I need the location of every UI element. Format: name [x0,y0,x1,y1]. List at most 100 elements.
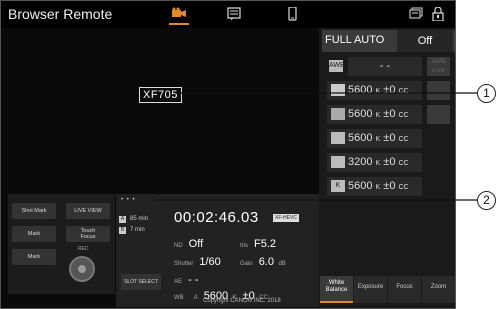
browser-remote-screen: Browser Remote XF705 FULL AUTO Off AWB -… [0,0,456,309]
wb-set-a-register-button[interactable] [427,81,450,100]
mark-2-label: Mark [27,254,41,260]
wb-preset-value: 5600 K ±0 CC [348,84,409,96]
shutter-value: 1/60 [199,256,221,268]
awb-value: - - [348,57,422,76]
camera-icon[interactable] [171,7,187,21]
shot-mark-button[interactable]: Shot Mark [12,203,56,219]
wb-temp: 5600 [348,132,373,144]
full-auto-toggle[interactable]: Off [397,30,453,52]
iris-value: F5.2 [254,238,277,250]
wb-label: WB [174,295,184,301]
wb-cc: ±0 [383,108,396,120]
wb-unit: K [375,136,381,143]
wb-preset-value: 5600 K ±0 CC [348,132,409,144]
tungsten-icon [331,156,345,168]
media-b-icon: B [119,227,126,234]
wb-temp: 5600 [348,180,373,192]
wb-unit: K [375,112,381,119]
gain-unit: dB [278,261,286,267]
copyright-text: Copyright CANON INC. 2018 [203,298,281,304]
active-tab-indicator [169,23,189,25]
tab-white-balance[interactable]: White Balance [320,276,353,303]
wb-temp: 5600 [348,108,373,120]
gain-readout: Gain 6.0 dB [240,252,286,270]
timecode: 00:02:46.03 [174,209,259,226]
phone-icon[interactable] [284,7,300,21]
wb-preset-value: 3200 K ±0 CC [348,156,409,168]
live-view-button[interactable]: LIVE VIEW [66,203,110,219]
media-a-icon: A [119,216,126,223]
ae-label: AE [174,279,183,285]
wb-preset-value: 5600 K ±0 CC [348,180,409,192]
wb-preset-row[interactable]: 5600 K ±0 CC [322,79,455,100]
slot-select-button[interactable]: SLOT SELECT [121,274,161,290]
mark-2-button[interactable]: Mark [12,249,56,265]
wb-awb-row: AWB - - AWB Lock [322,55,455,76]
rec-button-center [78,265,86,273]
awb-lock-button[interactable]: AWB Lock [427,57,450,76]
awb-icon[interactable]: AWB [329,60,345,72]
wb-set-b-register-button[interactable] [427,105,450,124]
wb-preset-row[interactable]: 3200 K ±0 CC [322,151,455,172]
callout-number-2: 2 [477,191,496,210]
nd-value: Off [188,238,204,250]
iris-label: Iris [240,243,248,249]
lock-icon[interactable] [430,7,446,21]
nd-readout: ND Off [174,234,203,252]
wb-cc: ±0 [383,84,396,96]
camera-status-panel: • • • A 85 min B 7 min SLOT SELECT 00:02:4… [116,194,319,307]
shutter-readout: Shutter 1/60 [174,252,221,270]
record-review-icon[interactable] [409,7,425,21]
wb-cc: ±0 [383,180,396,192]
rec-label: REC [78,246,89,252]
gain-label: Gain [240,261,253,267]
mark-1-button[interactable]: Mark [12,226,56,242]
panel-tabs: White Balance Exposure Focus Zoom [319,276,455,308]
codec-badge: XF-HEVC [273,214,299,222]
header-bar: Browser Remote [1,1,455,28]
tab-zoom[interactable]: Zoom [422,276,455,303]
tab-exposure[interactable]: Exposure [354,276,387,303]
white-balance-panel: FULL AUTO Off AWB - - AWB Lock 5600 K ±0… [319,28,455,308]
wb-preset-row[interactable]: K 5600 K ±0 CC [322,175,455,196]
daylight-icon [331,132,345,144]
wb-cc: ±0 [383,132,396,144]
media-b-remaining: 7 min [130,227,145,233]
wb-cc-unit: CC [398,184,409,191]
wb-set-b-icon [331,108,345,120]
wb-preset-row[interactable]: 5600 K ±0 CC [322,127,455,148]
wb-temp: 3200 [348,156,373,168]
awb-lock-label: AWB Lock [431,59,446,74]
tab-focus[interactable]: Focus [388,276,421,303]
wb-temp: 5600 [348,84,373,96]
nd-label: ND [174,243,183,249]
media-b-row: B 7 min [119,227,145,234]
wb-unit: K [375,88,381,95]
full-auto-row: FULL AUTO Off [322,30,455,52]
wb-cc-unit: CC [398,136,409,143]
wb-preset-value: 5600 K ±0 CC [348,108,409,120]
metadata-icon[interactable] [226,7,242,21]
media-a-remaining: 85 min [130,216,149,222]
wb-unit: K [375,160,381,167]
model-name-label: XF705 [139,87,182,103]
status-indicator-dots: • • • [121,197,136,203]
camera-controls: Shot Mark LIVE VIEW Mark Touch Focus Mar… [8,194,115,294]
wb-cc-unit: CC [398,112,409,119]
shutter-label: Shutter [174,261,194,267]
iris-readout: Iris F5.2 [240,234,276,252]
app-title: Browser Remote [8,6,113,22]
rec-button[interactable] [69,256,95,282]
kelvin-icon: K [331,180,345,192]
wb-cc-unit: CC [398,88,409,95]
gain-value: 6.0 [258,256,274,268]
full-auto-label: FULL AUTO [325,34,385,46]
ae-value: - - [188,274,199,286]
wb-cc-unit: CC [398,160,409,167]
wb-set-a-icon [331,84,345,96]
media-a-row: A 85 min [119,216,148,223]
wb-preset-row[interactable]: 5600 K ±0 CC [322,103,455,124]
touch-focus-button[interactable]: Touch Focus [66,226,110,242]
mark-1-label: Mark [27,231,41,237]
wb-mode-icon: A [193,295,198,301]
